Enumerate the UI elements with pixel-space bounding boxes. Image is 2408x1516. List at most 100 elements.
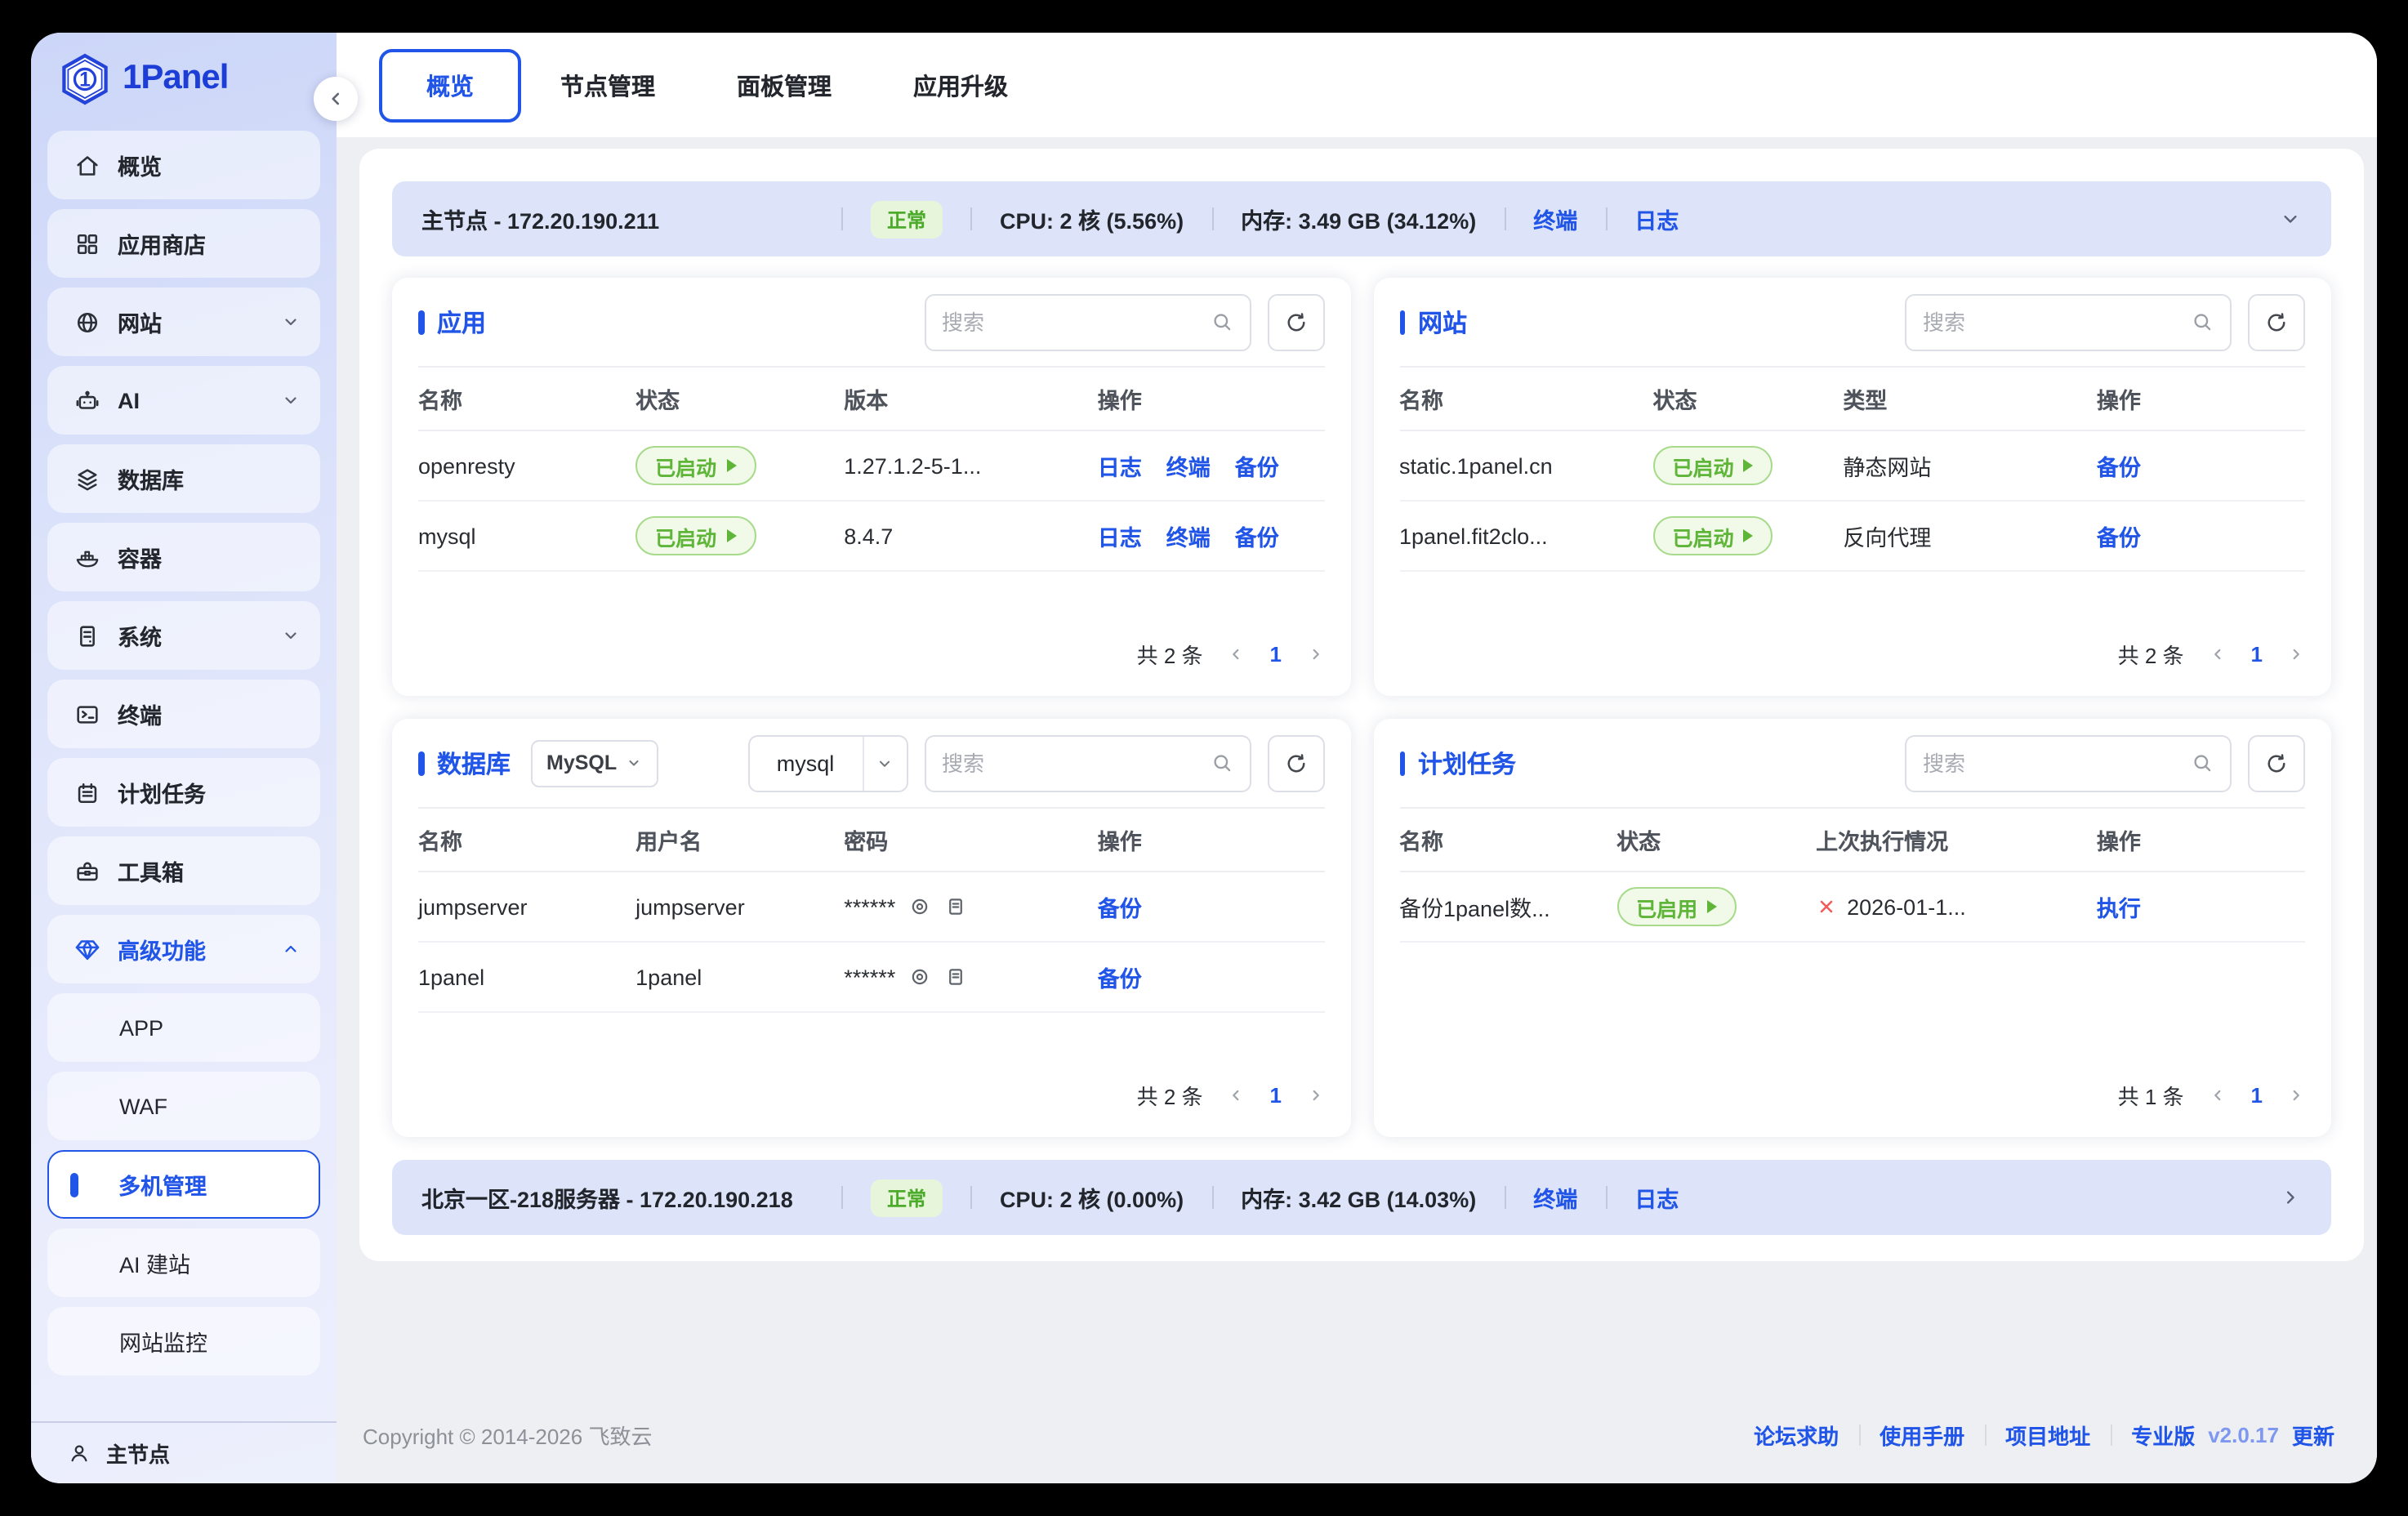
sidebar-collapse-button[interactable] [314,77,358,121]
sidebar-item-app[interactable]: APP [47,993,320,1062]
title-accent-bar [418,751,424,775]
node-status-badge: 正常 [871,200,943,238]
app-refresh-button[interactable] [1267,293,1324,350]
sidebar-item-website[interactable]: 网站 [47,288,320,356]
chevron-down-icon[interactable] [2279,207,2302,230]
node-bar-beijing[interactable]: 北京一区-218服务器 - 172.20.190.218 正常 CPU: 2 核… [392,1160,2331,1235]
terminal-link[interactable]: 终端 [1166,519,1211,552]
node-log-link[interactable]: 日志 [1634,1181,1679,1214]
cron-search-input[interactable] [1905,734,2232,791]
log-link[interactable]: 日志 [1098,449,1142,482]
execute-link[interactable]: 执行 [2097,890,2141,923]
backup-link[interactable]: 备份 [1098,890,1142,923]
db-instance-select[interactable]: mysql [747,734,907,791]
status-pill[interactable]: 已启动 [635,446,756,485]
eye-icon[interactable] [908,895,931,918]
website-refresh-button[interactable] [2248,293,2305,350]
tab-overview[interactable]: 概览 [379,48,521,122]
card-title: 数据库 [437,746,511,780]
sidebar-item-label: 高级功能 [118,933,206,965]
db-type-select[interactable]: MySQL [530,739,658,787]
col-status: 状态 [1653,382,1844,415]
chevron-down-icon [281,312,301,332]
cron-refresh-button[interactable] [2248,734,2305,791]
chevron-down-icon [625,755,641,771]
sidebar-item-overview[interactable]: 概览 [47,131,320,199]
page-number[interactable]: 1 [1270,1082,1282,1107]
page-number[interactable]: 1 [2251,1082,2263,1107]
backup-link[interactable]: 备份 [2097,519,2141,552]
backup-link[interactable]: 备份 [1235,519,1279,552]
card-websites: 网站 名称 [1373,278,2331,696]
sidebar-item-container[interactable]: 容器 [47,523,320,591]
terminal-link[interactable]: 终端 [1166,449,1211,482]
status-pill[interactable]: 已启用 [1616,887,1737,926]
divider [2110,1424,2111,1445]
total-count: 共 2 条 [1137,1079,1203,1110]
website-search-input[interactable] [1905,293,2232,350]
tab-panel-management[interactable]: 面板管理 [737,68,832,102]
app-name: mysql [418,524,635,548]
backup-link[interactable]: 备份 [2097,449,2141,482]
backup-link[interactable]: 备份 [1235,449,1279,482]
node-bar-master[interactable]: 主节点 - 172.20.190.211 正常 CPU: 2 核 (5.56%)… [392,181,2331,256]
next-page-icon[interactable] [1306,644,1324,662]
log-link[interactable]: 日志 [1098,519,1142,552]
page-number[interactable]: 1 [2251,641,2263,666]
next-page-icon[interactable] [1306,1086,1324,1104]
sidebar-item-cron[interactable]: 计划任务 [47,758,320,827]
app-search-input[interactable] [924,293,1251,350]
sidebar-item-database[interactable]: 数据库 [47,444,320,513]
tab-node-management[interactable]: 节点管理 [560,68,655,102]
copy-icon[interactable] [944,965,967,988]
sidebar-item-terminal[interactable]: 终端 [47,680,320,748]
status-pill[interactable]: 已启动 [635,516,756,555]
prev-page-icon[interactable] [1228,1086,1246,1104]
page-number[interactable]: 1 [1270,641,1282,666]
node-terminal-link[interactable]: 终端 [1533,203,1577,235]
sidebar-item-multinode[interactable]: 多机管理 [47,1150,320,1219]
search-input[interactable] [1923,751,2191,775]
db-search-input[interactable] [924,734,1251,791]
sidebar-item-label: 网站 [118,305,162,338]
status-pill[interactable]: 已启动 [1653,446,1773,485]
db-refresh-button[interactable] [1267,734,1324,791]
copy-icon[interactable] [944,895,967,918]
project-link[interactable]: 项目地址 [2005,1419,2090,1450]
sidebar-item-waf[interactable]: WAF [47,1072,320,1140]
prev-page-icon[interactable] [1228,644,1246,662]
sidebar-current-node[interactable]: 主节点 [31,1421,337,1483]
node-terminal-link[interactable]: 终端 [1533,1181,1577,1214]
sidebar-item-ai[interactable]: AI [47,366,320,435]
search-input[interactable] [1923,310,2191,334]
manual-link[interactable]: 使用手册 [1880,1419,1964,1450]
forum-help-link[interactable]: 论坛求助 [1754,1419,1839,1450]
prev-page-icon[interactable] [2209,1086,2227,1104]
chevron-right-icon[interactable] [2279,1186,2302,1209]
sidebar-item-ai-site[interactable]: AI 建站 [47,1228,320,1297]
diamond-icon [74,935,101,963]
search-input[interactable] [942,310,1210,334]
sidebar-item-appstore[interactable]: 应用商店 [47,209,320,278]
logo-mark-digit: 1 [79,69,91,91]
next-page-icon[interactable] [2287,644,2305,662]
divider [970,207,972,230]
db-name: jumpserver [418,894,635,919]
eye-icon[interactable] [908,965,931,988]
sidebar-item-toolbox[interactable]: 工具箱 [47,836,320,905]
status-pill[interactable]: 已启动 [1653,516,1773,555]
sidebar-item-system[interactable]: 系统 [47,601,320,670]
tab-app-upgrade[interactable]: 应用升级 [913,68,1008,102]
node-log-link[interactable]: 日志 [1634,203,1679,235]
col-name: 名称 [418,823,635,856]
backup-link[interactable]: 备份 [1098,961,1142,993]
update-link[interactable]: 更新 [2292,1419,2334,1450]
sidebar-item-site-monitor[interactable]: 网站监控 [47,1307,320,1376]
next-page-icon[interactable] [2287,1086,2305,1104]
prev-page-icon[interactable] [2209,644,2227,662]
play-icon [726,529,736,542]
chevron-up-icon [281,939,301,959]
edition-label[interactable]: 专业版 [2131,1419,2195,1450]
sidebar-item-advanced[interactable]: 高级功能 [47,915,320,983]
search-input[interactable] [942,751,1210,775]
